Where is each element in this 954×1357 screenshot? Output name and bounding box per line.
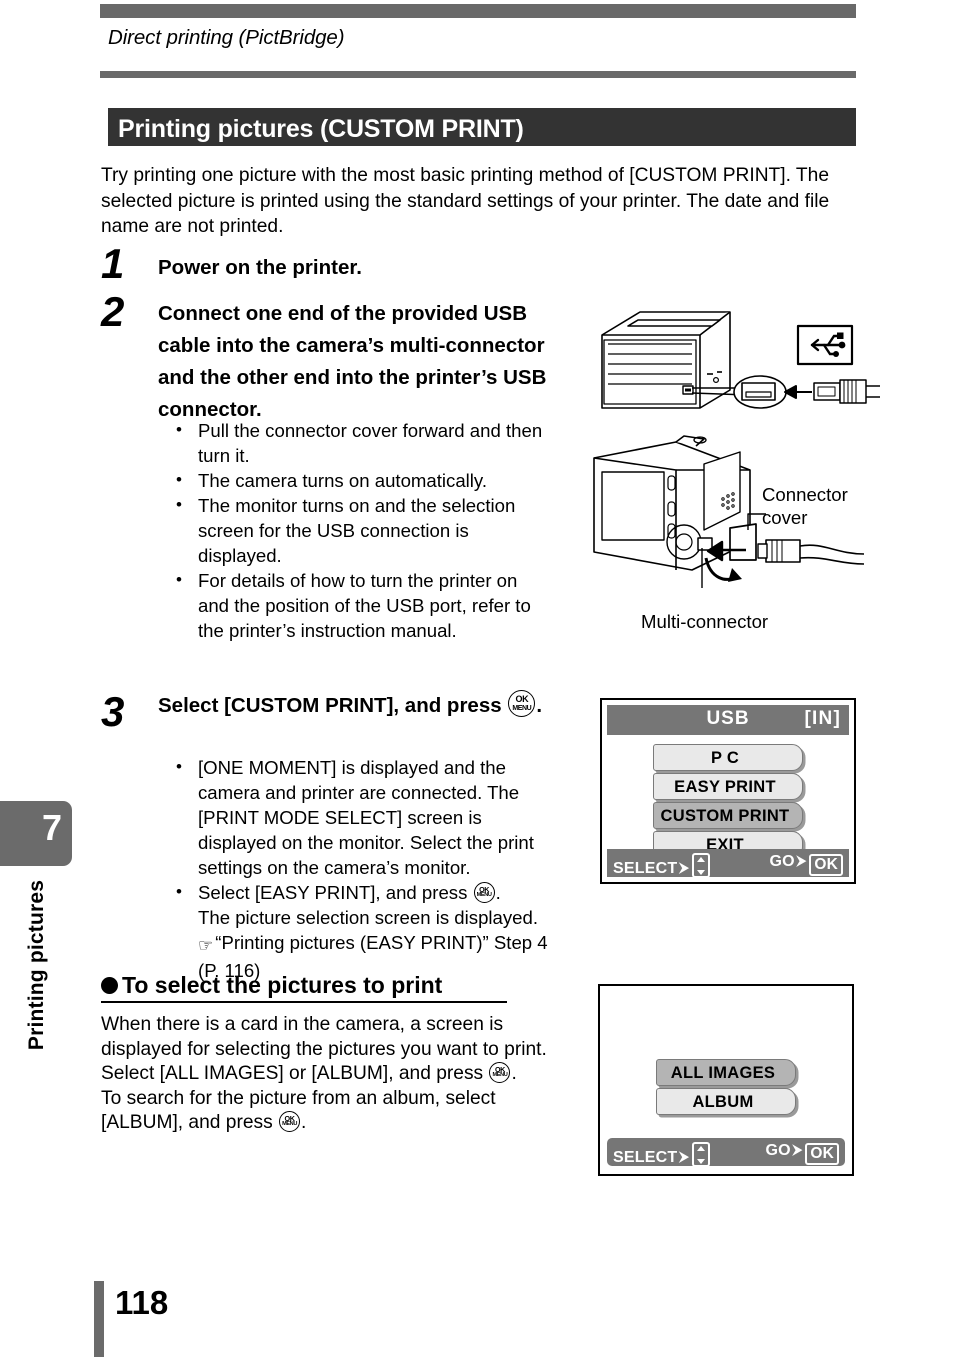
printer-usb-illustration: [580, 300, 880, 430]
intro-paragraph: Try printing one picture with the most b…: [101, 165, 830, 237]
header-rule: [100, 71, 856, 78]
ok-menu-button-icon: OK MENU: [279, 1111, 301, 1133]
ok-menu-button-icon: OK MENU: [489, 1062, 511, 1084]
step-2-heading: Connect one end of the provided USB cabl…: [158, 302, 547, 421]
page-number: 118: [115, 1284, 169, 1321]
menu-item-all-images[interactable]: ALL IMAGES: [656, 1059, 796, 1086]
ok-menu-button-icon: OK MENU: [473, 882, 495, 903]
connector-cover-caption-line2: cover: [762, 507, 808, 528]
lcd-memory-badge: [IN]: [804, 708, 841, 729]
top-decoration-bar: [100, 4, 856, 18]
ok-menu-button-icon: OK MENU: [508, 690, 536, 717]
list-item-tail: .: [495, 882, 501, 903]
list-item-text: Select [EASY PRINT], and press: [198, 882, 473, 903]
menu-label: MENU: [282, 1121, 297, 1128]
running-head: Direct printing (PictBridge): [108, 26, 345, 49]
menu-item-label: EASY PRINT: [674, 778, 776, 796]
page-number-rule: [94, 1281, 104, 1357]
lcd-menu-list: ALL IMAGES ALBUM: [600, 1059, 852, 1117]
lcd-footer-go: GO ⮞ OK: [765, 1142, 839, 1165]
lcd-footer-bar: SELECT ⮞ GO ⮞ OK: [607, 849, 849, 878]
ok-label: OK: [515, 694, 529, 704]
menu-item-custom-print[interactable]: CUSTOM PRINT: [653, 802, 803, 829]
page-title: Printing pictures (CUSTOM PRINT): [118, 115, 524, 143]
list-item: Select [EASY PRINT], and press OKMENU. T…: [172, 879, 562, 983]
select-label: SELECT: [613, 860, 678, 877]
subsection-heading: To select the pictures to print: [101, 972, 507, 1003]
connector-cover-caption: Connector cover: [762, 483, 848, 529]
go-label: GO: [769, 853, 795, 870]
menu-item-album[interactable]: ALBUM: [656, 1088, 796, 1115]
subsection-heading-text: To select the pictures to print: [122, 972, 443, 998]
ok-chip-icon: OK: [809, 854, 843, 876]
pointing-hand-icon: ☞: [198, 936, 214, 955]
arrow-right-icon: ⮞: [792, 1142, 803, 1157]
arrow-right-icon: ⮞: [679, 860, 689, 875]
connector-cover-caption-line1: Connector: [762, 484, 848, 505]
menu-label: MENU: [476, 892, 492, 898]
up-down-pad-icon: [691, 1142, 710, 1167]
lcd-screen-image-select: ALL IMAGES ALBUM SELECT ⮞ GO ⮞ OK: [598, 984, 854, 1176]
select-label: SELECT: [613, 1149, 678, 1166]
lcd-footer-go: GO ⮞ OK: [769, 853, 843, 876]
chapter-label: Printing pictures: [25, 879, 48, 1051]
menu-item-easy-print[interactable]: EASY PRINT: [653, 773, 803, 800]
menu-item-pc[interactable]: P C: [653, 744, 803, 771]
subsection-body: When there is a card in the camera, a sc…: [101, 1013, 571, 1136]
menu-item-label: ALL IMAGES: [670, 1064, 776, 1082]
lcd-footer-select: SELECT ⮞: [613, 853, 710, 878]
lcd-footer-bar: SELECT ⮞ GO ⮞ OK: [607, 1138, 845, 1167]
menu-item-label: CUSTOM PRINT: [660, 807, 790, 825]
step-2-number: 2: [101, 288, 125, 335]
menu-label: MENU: [492, 1072, 508, 1079]
lcd-screen-usb: USB [IN] P C EASY PRINT CUSTOM PRINT EXI…: [600, 698, 856, 884]
lcd-menu-list: P C EASY PRINT CUSTOM PRINT EXIT: [602, 744, 854, 860]
menu-label: MENU: [512, 704, 532, 712]
ok-chip-icon: OK: [805, 1143, 839, 1165]
menu-item-label: ALBUM: [692, 1093, 754, 1111]
subsection-body-line2: Select [ALL IMAGES] or [ALBUM], and pres…: [101, 1063, 489, 1085]
multi-connector-caption: Multi-connector: [641, 611, 769, 632]
step-3-heading-period: .: [536, 694, 543, 717]
list-item: For details of how to turn the printer o…: [172, 567, 544, 643]
subsection-body-line3-tail: .: [301, 1112, 307, 1134]
up-down-pad-icon: [691, 853, 710, 878]
step-3-heading-text: Select [CUSTOM PRINT], and press: [158, 694, 508, 717]
step-2-bullet-list: Pull the connector cover forward and the…: [172, 417, 544, 643]
lcd-title-bar: USB [IN]: [607, 705, 849, 735]
section-title-bar: Printing pictures (CUSTOM PRINT): [108, 108, 856, 146]
list-item: The monitor turns on and the selection s…: [172, 492, 544, 568]
subsection-body-line1: When there is a card in the camera, a sc…: [101, 1014, 547, 1060]
menu-item-label: P C: [710, 749, 740, 767]
list-item: Pull the connector cover forward and the…: [172, 417, 544, 468]
step-3-heading: Select [CUSTOM PRINT], and press OK MENU.: [158, 690, 558, 722]
lcd-footer-select: SELECT ⮞: [613, 1142, 710, 1167]
list-item-line2: The picture selection screen is displaye…: [198, 907, 539, 928]
list-item: The camera turns on automatically.: [172, 467, 544, 493]
chapter-tab: 7: [0, 801, 72, 866]
arrow-right-icon: ⮞: [679, 1149, 689, 1164]
list-item: [ONE MOMENT] is displayed and the camera…: [172, 754, 562, 880]
step-1-heading: Power on the printer.: [158, 256, 362, 279]
subsection-body-line2-tail: .: [511, 1063, 517, 1085]
bullet-dot-icon: [101, 977, 118, 994]
step-1-number: 1: [101, 240, 125, 287]
arrow-right-icon: ⮞: [796, 853, 807, 868]
step-3-number: 3: [101, 688, 125, 735]
chapter-number: 7: [41, 807, 62, 848]
step-3-bullet-list: [ONE MOMENT] is displayed and the camera…: [172, 754, 562, 983]
go-label: GO: [765, 1142, 791, 1159]
